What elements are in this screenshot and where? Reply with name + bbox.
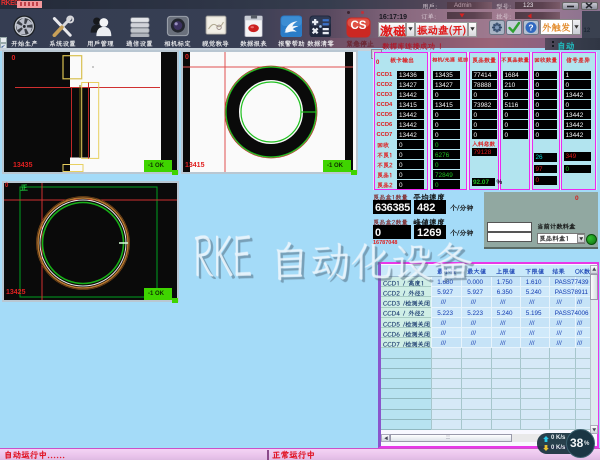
svg-text:?: ? — [528, 22, 533, 32]
